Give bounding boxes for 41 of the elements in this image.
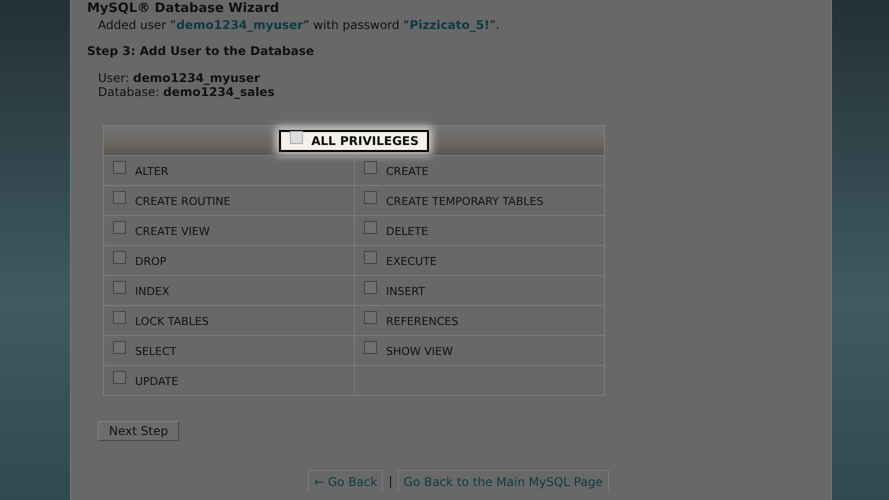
privilege-label: CREATE ROUTINE [135,195,231,208]
detail-line: Database: demo1234_sales [98,85,276,99]
checkbox[interactable] [113,221,126,234]
checkbox[interactable] [364,341,377,354]
checkbox[interactable] [113,281,126,294]
privilege-label: CREATE TEMPORARY TABLES [386,195,544,208]
checkbox[interactable] [113,311,126,324]
privilege-label: UPDATE [135,375,178,388]
privilege-label: INDEX [135,285,170,298]
checkbox[interactable] [113,161,126,174]
privilege-label: EXECUTE [386,255,437,268]
privilege-label: SHOW VIEW [386,345,453,358]
privilege-label: INSERT [386,285,425,298]
privilege-label: DROP [135,255,166,268]
privilege-label: LOCK TABLES [135,315,209,328]
checkbox[interactable] [364,161,377,174]
separator: | [388,474,393,488]
step-heading: Step 3: Add User to the Database [87,44,315,58]
privilege-label: SELECT [135,345,176,358]
privilege-label: REFERENCES [386,315,458,328]
notice-message: Added user “demo1234_myuser” with password “Pizzicato_5!”. [98,18,501,32]
checkbox[interactable] [364,191,377,204]
next-step-button[interactable]: Next Step [98,421,180,441]
checkbox[interactable] [364,281,377,294]
checkbox[interactable] [364,311,377,324]
privilege-label: CREATE VIEW [135,225,210,238]
checkbox[interactable] [113,371,126,384]
checkbox[interactable] [113,341,126,354]
nav-link[interactable]: Go Back to the Main MySQL Page [398,470,609,491]
privilege-label: ALTER [135,165,168,178]
checkbox[interactable] [290,131,304,144]
checkbox[interactable] [364,251,377,264]
privilege-label: CREATE [386,165,429,178]
detail-line: User: demo1234_myuser [98,71,261,85]
page-title: MySQL® Database Wizard [87,1,280,15]
nav-link[interactable]: ← Go Back [308,470,384,491]
privilege-label: DELETE [386,225,428,238]
checkbox[interactable] [113,191,126,204]
checkbox[interactable] [364,221,377,234]
all-privileges-checkbox[interactable]: ALL PRIVILEGES [279,130,429,152]
checkbox[interactable] [113,251,126,264]
